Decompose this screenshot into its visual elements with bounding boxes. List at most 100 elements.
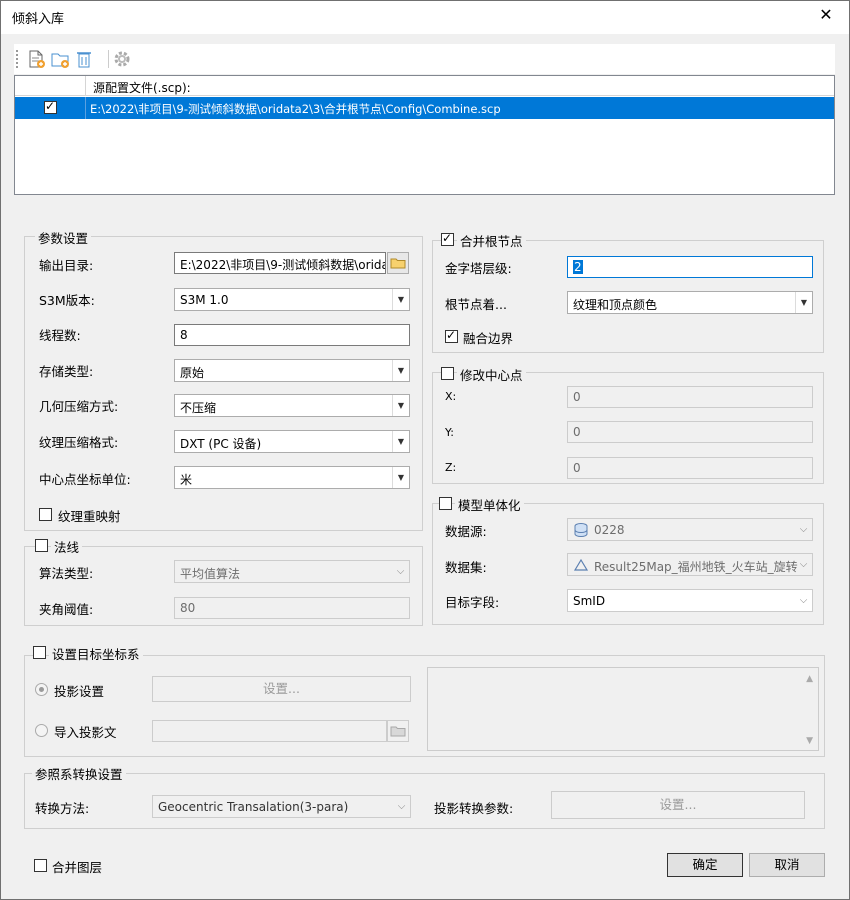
merge-root-legend: 合并根节点 bbox=[457, 231, 526, 250]
dataset-value: Result25Map_福州地铁_火车站_旋转 bbox=[594, 560, 798, 574]
blend-border-checkbox[interactable] bbox=[445, 328, 458, 343]
list-row-divider bbox=[85, 97, 86, 119]
ok-button[interactable]: 确定 bbox=[667, 853, 743, 877]
output-dir-input[interactable]: E:\2022\非项目\9-测试倾斜数据\oridat bbox=[174, 252, 386, 274]
tex-remap-checkbox[interactable] bbox=[39, 508, 52, 521]
algo-type-select[interactable]: 平均值算法 ⌵ bbox=[174, 560, 410, 583]
scroll-down-icon[interactable]: ▼ bbox=[806, 736, 813, 746]
source-file-list[interactable]: 源配置文件(.scp): E:\2022\非项目\9-测试倾斜数据\oridat… bbox=[14, 75, 835, 195]
x-input[interactable]: 0 bbox=[567, 386, 813, 408]
chevron-down-icon: ⌵ bbox=[396, 566, 405, 577]
close-button[interactable]: ✕ bbox=[812, 4, 840, 28]
folder-open-icon bbox=[390, 258, 406, 269]
geo-compress-select[interactable]: 不压缩 ▼ bbox=[174, 394, 410, 417]
import-proj-input[interactable] bbox=[152, 720, 387, 742]
chevron-down-icon: ⌵ bbox=[397, 801, 406, 812]
gear-icon[interactable] bbox=[112, 49, 132, 69]
center-unit-select[interactable]: 米 ▼ bbox=[174, 466, 410, 489]
z-input[interactable]: 0 bbox=[567, 457, 813, 479]
y-input[interactable]: 0 bbox=[567, 421, 813, 443]
normals-checkbox[interactable] bbox=[35, 539, 48, 552]
chevron-down-icon: ▼ bbox=[392, 289, 409, 310]
target-crs-legend: 设置目标坐标系 bbox=[49, 644, 143, 663]
add-file-icon[interactable] bbox=[26, 49, 46, 69]
dataset-model-icon bbox=[573, 558, 589, 571]
database-icon bbox=[574, 523, 588, 538]
window-title: 倾斜入库 bbox=[12, 12, 65, 27]
toolbar-grip bbox=[16, 50, 19, 68]
z-label: Z: bbox=[445, 461, 457, 474]
list-header: 源配置文件(.scp): bbox=[15, 76, 834, 96]
proj-settings-button[interactable]: 设置... bbox=[152, 676, 411, 702]
normals-legend: 法线 bbox=[51, 537, 83, 556]
conversion-method-select[interactable]: Geocentric Transalation(3-para) ⌵ bbox=[152, 795, 411, 818]
tex-remap-label: 纹理重映射 bbox=[58, 509, 121, 524]
s3m-version-value: S3M 1.0 bbox=[180, 293, 229, 307]
model-single-legend: 模型单体化 bbox=[455, 495, 524, 514]
threads-label: 线程数: bbox=[39, 328, 81, 343]
y-label: Y: bbox=[445, 426, 454, 439]
proj-params-settings-button[interactable]: 设置... bbox=[551, 791, 805, 819]
s3m-version-select[interactable]: S3M 1.0 ▼ bbox=[174, 288, 410, 311]
pyramid-level-label: 金字塔层级: bbox=[445, 261, 512, 276]
s3m-version-label: S3M版本: bbox=[39, 293, 95, 308]
storage-type-label: 存储类型: bbox=[39, 364, 94, 379]
browse-folder-button[interactable] bbox=[387, 252, 409, 274]
list-header-divider bbox=[85, 76, 86, 96]
import-proj-label: 导入投影文 bbox=[54, 725, 117, 740]
root-color-select[interactable]: 纹理和顶点颜色 ▼ bbox=[567, 291, 813, 314]
list-item[interactable]: E:\2022\非项目\9-测试倾斜数据\oridata2\3\合并根节点\Co… bbox=[15, 97, 834, 119]
tex-compress-select[interactable]: DXT (PC 设备) ▼ bbox=[174, 430, 410, 453]
title-bar bbox=[0, 0, 850, 34]
pyramid-level-value: 2 bbox=[573, 260, 583, 274]
model-single-checkbox[interactable] bbox=[439, 497, 452, 510]
target-field-value: SmID bbox=[573, 594, 606, 608]
angle-threshold-input[interactable]: 80 bbox=[174, 597, 410, 619]
center-point-checkbox[interactable] bbox=[441, 367, 454, 380]
proj-setting-radio[interactable] bbox=[35, 683, 48, 696]
angle-threshold-label: 夹角阈值: bbox=[39, 602, 94, 617]
pyramid-level-input[interactable]: 2 bbox=[567, 256, 813, 278]
chevron-down-icon: ▼ bbox=[795, 292, 812, 313]
algo-type-label: 算法类型: bbox=[39, 566, 94, 581]
delete-icon[interactable] bbox=[74, 49, 94, 69]
threads-input[interactable]: 8 bbox=[174, 324, 410, 346]
geo-compress-label: 几何压缩方式: bbox=[39, 399, 119, 414]
list-item-path: E:\2022\非项目\9-测试倾斜数据\oridata2\3\合并根节点\Co… bbox=[90, 102, 501, 116]
target-field-select[interactable]: SmID ⌵ bbox=[567, 589, 813, 612]
x-label: X: bbox=[445, 390, 457, 403]
scroll-up-icon[interactable]: ▲ bbox=[806, 674, 813, 684]
chevron-down-icon: ▼ bbox=[392, 395, 409, 416]
datasource-label: 数据源: bbox=[445, 524, 487, 539]
chevron-down-icon: ▼ bbox=[392, 467, 409, 488]
tex-compress-label: 纹理压缩格式: bbox=[39, 435, 119, 450]
root-color-value: 纹理和顶点颜色 bbox=[573, 298, 658, 312]
ref-conversion-legend: 参照系转换设置 bbox=[32, 764, 126, 783]
dataset-select[interactable]: Result25Map_福州地铁_火车站_旋转 ⌵ bbox=[567, 553, 813, 576]
tex-compress-value: DXT (PC 设备) bbox=[180, 437, 262, 451]
chevron-down-icon: ▼ bbox=[392, 360, 409, 381]
chevron-down-icon: ▼ bbox=[392, 431, 409, 452]
center-unit-label: 中心点坐标单位: bbox=[39, 472, 131, 487]
storage-type-select[interactable]: 原始 ▼ bbox=[174, 359, 410, 382]
center-unit-value: 米 bbox=[180, 473, 193, 487]
list-header-label: 源配置文件(.scp): bbox=[93, 81, 191, 95]
import-proj-radio[interactable] bbox=[35, 724, 48, 737]
merge-layers-checkbox[interactable] bbox=[34, 859, 47, 872]
datasource-select[interactable]: 0228 ⌵ bbox=[567, 518, 813, 541]
params-legend: 参数设置 bbox=[35, 228, 92, 247]
chevron-down-icon: ⌵ bbox=[799, 559, 808, 570]
crs-description-area[interactable]: ▲ ▼ bbox=[427, 667, 819, 751]
conversion-method-label: 转换方法: bbox=[35, 801, 90, 816]
target-crs-checkbox[interactable] bbox=[33, 646, 46, 659]
blend-border-label: 融合边界 bbox=[463, 331, 514, 346]
storage-type-value: 原始 bbox=[180, 366, 205, 380]
import-browse-button[interactable] bbox=[387, 720, 409, 742]
merge-root-checkbox[interactable] bbox=[441, 231, 454, 246]
list-item-checkbox[interactable] bbox=[44, 99, 57, 114]
add-folder-icon[interactable] bbox=[50, 49, 70, 69]
algo-type-value: 平均值算法 bbox=[180, 567, 241, 581]
chevron-down-icon: ⌵ bbox=[799, 595, 808, 606]
output-dir-label: 输出目录: bbox=[39, 258, 94, 273]
cancel-button[interactable]: 取消 bbox=[749, 853, 825, 877]
